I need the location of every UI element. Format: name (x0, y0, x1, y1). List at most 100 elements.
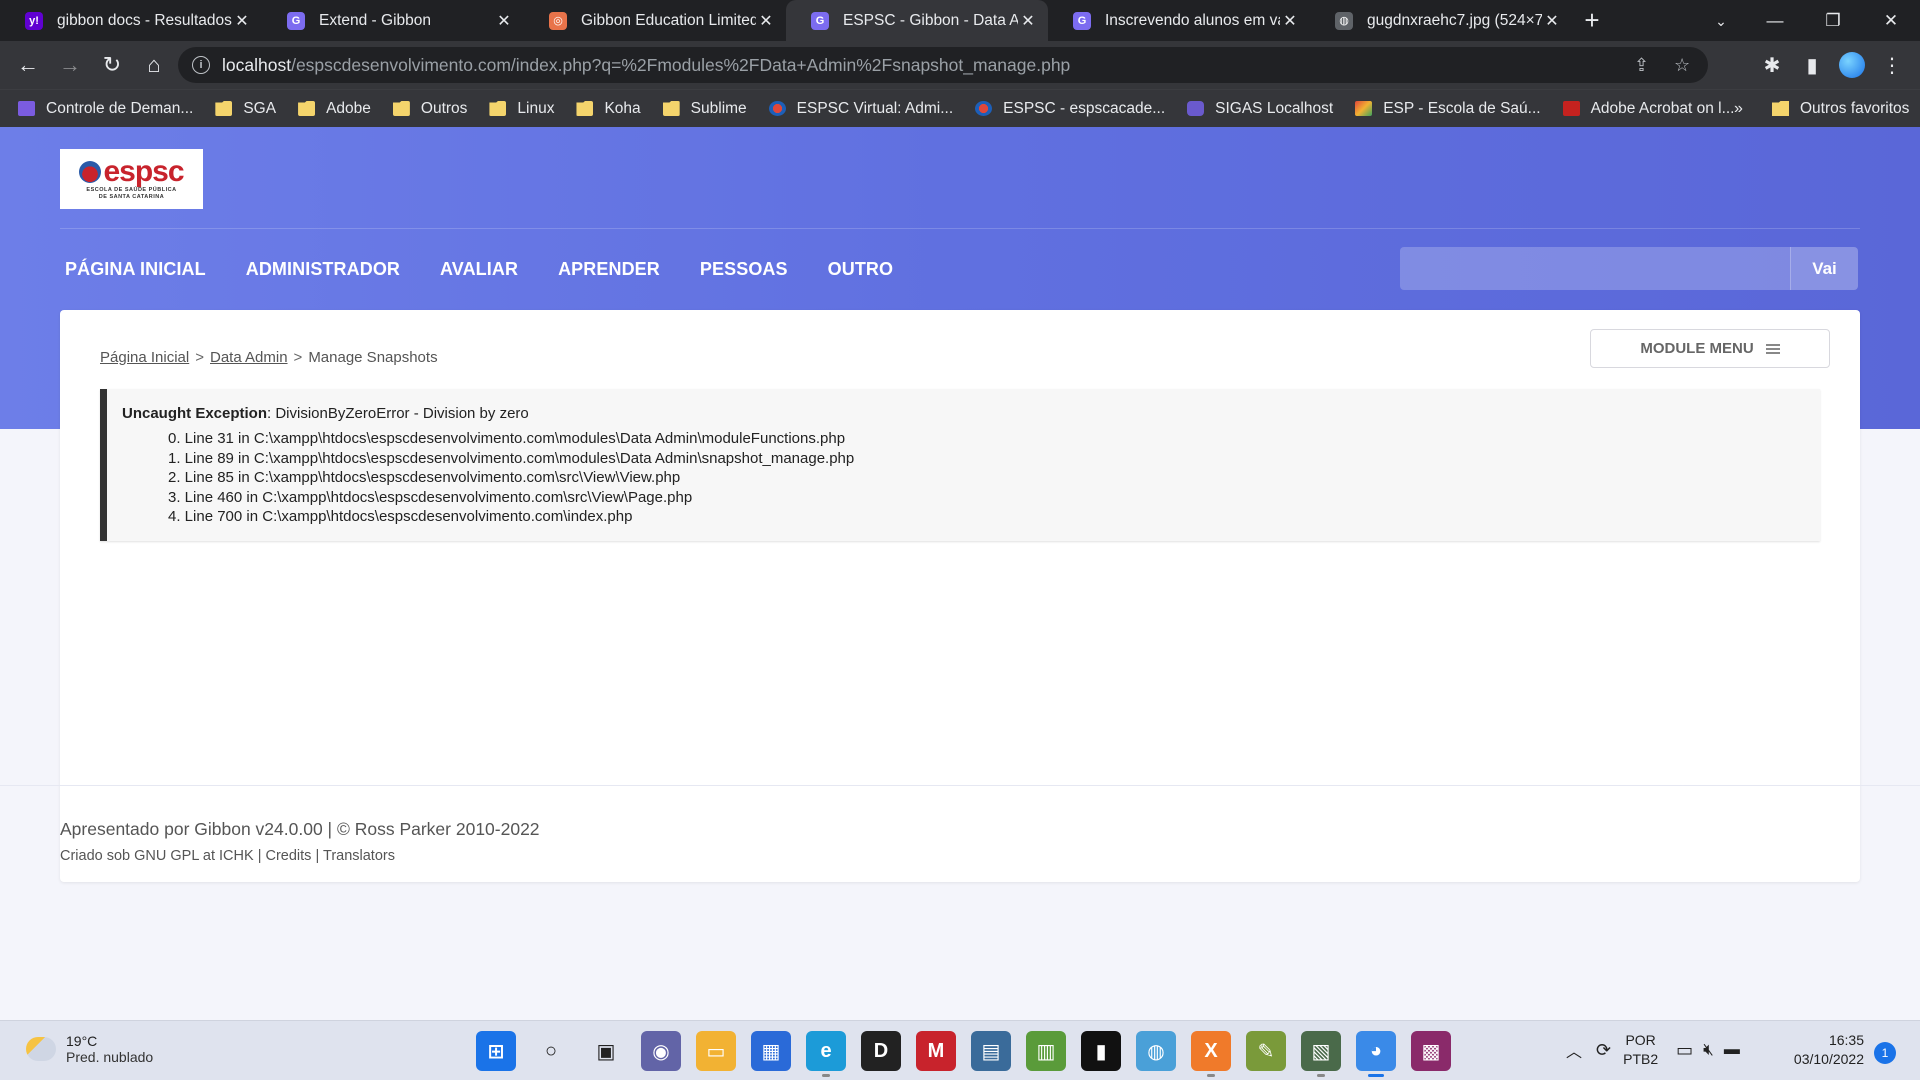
extensions-icon[interactable]: ✱ (1752, 45, 1792, 85)
dell-icon[interactable]: D (861, 1031, 901, 1071)
breadcrumb-home[interactable]: Página Inicial (100, 349, 189, 366)
tab-search-icon[interactable]: ⌄ (1706, 6, 1736, 36)
browser-tab[interactable]: y! gibbon docs - Resultados d ✕ (0, 0, 262, 41)
folder-icon (1772, 101, 1789, 116)
chrome-icon[interactable]: ◕ (1356, 1031, 1396, 1077)
module-menu-button[interactable]: MODULE MENU (1590, 329, 1830, 368)
app-glyph: X (1204, 1039, 1218, 1062)
close-tab-icon[interactable]: ✕ (232, 11, 252, 31)
credits-link[interactable]: Credits (266, 848, 312, 864)
sync-icon[interactable]: ⟳ (1596, 1040, 1611, 1061)
winrar-icon[interactable]: ▩ (1411, 1031, 1451, 1071)
nav-assess[interactable]: AVALIAR (440, 259, 518, 280)
bookmark-item[interactable]: ESP - Escola de Saú... (1355, 100, 1541, 118)
close-tab-icon[interactable]: ✕ (1018, 11, 1038, 31)
browser-tab[interactable]: G ESPSC - Gibbon - Data Adm✕ (786, 0, 1048, 41)
bookmarks-bar: Controle de Deman... SGA Adobe Outros Linux K… (0, 89, 1920, 127)
task-view-icon[interactable]: ▣ (586, 1031, 626, 1071)
spreadsheet-icon[interactable]: ▥ (1026, 1031, 1066, 1071)
browser-tab[interactable]: ◍ gugdnxraehc7.jpg (524×75 ✕ (1310, 0, 1572, 41)
home-icon[interactable]: ⌂ (134, 45, 174, 85)
chevron-up-icon[interactable]: ︿ (1566, 1038, 1582, 1062)
close-window-icon[interactable]: ✕ (1862, 0, 1920, 41)
tab-title: gibbon docs - Resultados d (57, 11, 232, 29)
search-go-button[interactable]: Vai (1790, 247, 1858, 290)
nav-people[interactable]: PESSOAS (700, 259, 788, 280)
translators-link[interactable]: Translators (323, 848, 395, 864)
browser-tab[interactable]: G Extend - Gibbon ✕ (262, 0, 524, 41)
close-tab-icon[interactable]: ✕ (1542, 11, 1562, 31)
network-app-icon[interactable]: ◍ (1136, 1031, 1176, 1071)
close-tab-icon[interactable]: ✕ (494, 11, 514, 31)
search-input[interactable] (1400, 247, 1790, 290)
weather-widget[interactable]: 19°C Pred. nublado (26, 1033, 153, 1065)
bookmark-item[interactable]: Adobe Acrobat on l... (1562, 100, 1734, 118)
battery-icon[interactable]: ▬ (1724, 1041, 1740, 1059)
minimize-icon[interactable]: — (1746, 0, 1804, 41)
speaker-muted-icon[interactable]: 🔇︎ (1703, 1040, 1714, 1060)
address-bar[interactable]: i localhost/espscdesenvolvimento.com/ind… (178, 47, 1708, 83)
language-code: POR (1625, 1032, 1656, 1048)
terminal-icon[interactable]: ▮ (1081, 1031, 1121, 1071)
app-glyph: ▦ (761, 1040, 781, 1063)
app-glyph: D (873, 1039, 889, 1062)
bookmark-item[interactable]: Controle de Deman... (18, 100, 193, 118)
edge-icon[interactable]: e (806, 1031, 846, 1077)
footer-powered-by: Apresentado por Gibbon v24.0.00 | © Ross… (60, 819, 540, 839)
bookmark-item[interactable]: Linux (489, 100, 554, 118)
language-indicator[interactable]: POR PTB2 (1623, 1031, 1658, 1069)
bookmark-item[interactable]: ESPSC - espscacade... (975, 100, 1165, 118)
bookmark-item[interactable]: Outros (392, 100, 467, 118)
bookmark-item[interactable]: Sublime (662, 100, 747, 118)
nav-admin[interactable]: ADMINISTRADOR (246, 259, 400, 280)
close-tab-icon[interactable]: ✕ (1280, 11, 1300, 31)
url-host: localhost (222, 54, 292, 75)
bookmark-star-icon[interactable]: ☆ (1674, 55, 1690, 76)
bookmark-item[interactable]: Adobe (298, 100, 371, 118)
folder-icon (576, 101, 594, 116)
start-icon[interactable]: ⊞ (476, 1031, 516, 1071)
display-icon[interactable]: ▭ (1676, 1040, 1693, 1061)
bookmark-item[interactable]: Koha (576, 100, 641, 118)
close-tab-icon[interactable]: ✕ (756, 11, 776, 31)
nav-learn[interactable]: APRENDER (558, 259, 660, 280)
trace-line: 0. Line 31 in C:\xampp\htdocs\espscdesen… (168, 430, 846, 447)
image-editor-icon[interactable]: ✎ (1246, 1031, 1286, 1071)
site-info-icon[interactable]: i (192, 56, 210, 74)
nav-other[interactable]: OUTRO (828, 259, 894, 280)
clock[interactable]: 16:35 03/10/2022 (1780, 1031, 1864, 1069)
error-label: Uncaught Exception (122, 405, 268, 422)
site-logo[interactable]: espsc ESCOLA DE SAÚDE PÚBLICA DE SANTA C… (60, 149, 203, 209)
bookmarks-overflow-icon[interactable]: » (1734, 100, 1743, 118)
other-bookmarks[interactable]: Outros favoritos (1772, 100, 1909, 118)
keyboard-layout: PTB2 (1623, 1051, 1659, 1067)
browser-tab[interactable]: G Inscrevendo alunos em vári ✕ (1048, 0, 1310, 41)
app-icon[interactable]: ▤ (971, 1031, 1011, 1071)
profile-avatar-icon[interactable] (1839, 52, 1865, 78)
notification-badge[interactable]: 1 (1874, 1042, 1896, 1064)
breadcrumb-module[interactable]: Data Admin (210, 349, 288, 366)
new-tab-icon[interactable]: + (1572, 0, 1612, 41)
share-icon[interactable]: ⇪ (1634, 55, 1649, 76)
nav-home[interactable]: PÁGINA INICIAL (65, 259, 206, 280)
bookmark-item[interactable]: ESPSC Virtual: Admi... (768, 100, 953, 118)
reload-icon[interactable]: ↻ (92, 45, 132, 85)
bookmark-item[interactable]: SGA (215, 100, 276, 118)
forward-icon[interactable]: → (50, 45, 90, 85)
calculator-icon[interactable]: ▧ (1301, 1031, 1341, 1077)
side-panel-icon[interactable]: ▮ (1792, 45, 1832, 85)
xampp-icon[interactable]: X (1191, 1031, 1231, 1077)
mcafee-icon[interactable]: M (916, 1031, 956, 1071)
menu-kebab-icon[interactable]: ⋮ (1872, 45, 1912, 85)
search-icon[interactable]: ○ (531, 1031, 571, 1071)
bookmark-item[interactable]: SIGAS Localhost (1187, 100, 1333, 118)
file-explorer-icon[interactable]: ▭ (696, 1031, 736, 1071)
footer-divider (0, 785, 1920, 786)
back-icon[interactable]: ← (8, 45, 48, 85)
logo-text: espsc (103, 155, 184, 188)
store-icon[interactable]: ▦ (751, 1031, 791, 1071)
restore-icon[interactable]: ❐ (1804, 0, 1862, 41)
chat-icon[interactable]: ◉ (641, 1031, 681, 1071)
browser-tab[interactable]: ◎ Gibbon Education Limited ✕ (524, 0, 786, 41)
running-indicator (1207, 1074, 1215, 1077)
